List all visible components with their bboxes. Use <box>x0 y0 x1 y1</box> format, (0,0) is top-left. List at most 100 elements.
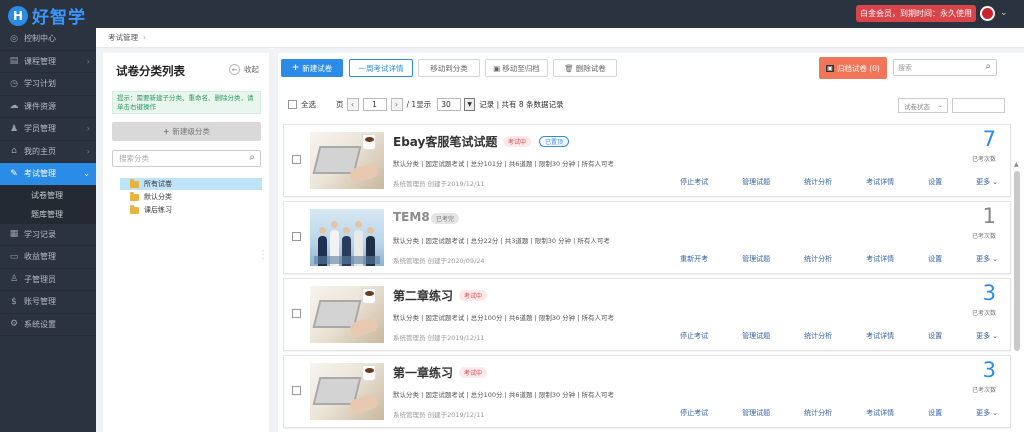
exam-action-2[interactable]: 统计分析 <box>787 177 832 187</box>
exam-action-3[interactable]: 考试详情 <box>849 254 894 264</box>
exam-action-5[interactable]: 更多 ⌄ <box>959 254 998 264</box>
delete-exam-label: 删除试卷 <box>575 63 606 73</box>
tree-node-label: 所有试卷 <box>144 180 172 188</box>
search-icon[interactable]: ⌕ <box>985 61 991 72</box>
exam-action-3[interactable]: 考试详情 <box>849 177 894 187</box>
move-category-button[interactable]: 移动到分类 <box>418 59 480 77</box>
exam-action-label: 设置 <box>928 255 943 263</box>
exam-action-label: 设置 <box>928 409 943 417</box>
search-icon[interactable]: ⌕ <box>249 152 255 163</box>
exam-action-1[interactable]: 管理试题 <box>725 254 770 264</box>
sidebar-item-exam[interactable]: ✎ 考试管理 ⌄ <box>0 163 96 186</box>
exam-action-5[interactable]: 更多 ⌄ <box>959 408 998 418</box>
select-all-checkbox[interactable] <box>288 100 297 109</box>
exam-checkbox[interactable] <box>292 309 301 318</box>
exam-card[interactable]: Ebay客服笔试试题 考试中 已置顶 默认分类 | 固定试题考试 | 总分101分 |… <box>283 124 1011 197</box>
chevron-down-icon: ⌄ <box>83 169 90 179</box>
exam-title[interactable]: 第一章练习 <box>393 364 453 381</box>
exam-checkbox[interactable] <box>292 155 301 164</box>
new-exam-button[interactable]: + 新建试卷 <box>281 59 343 77</box>
exam-action-2[interactable]: 统计分析 <box>787 254 832 264</box>
exam-action-0[interactable]: 重新开考 <box>663 254 708 264</box>
category-search-input[interactable]: 搜索分类 ⌕ <box>112 150 261 167</box>
chevron-down-icon[interactable]: ⌄ <box>1000 8 1008 18</box>
exam-action-0[interactable]: 停止考试 <box>663 177 708 187</box>
exam-action-label: 统计分析 <box>804 409 833 417</box>
status-filter-input[interactable] <box>952 98 1005 113</box>
mug-graphic <box>362 365 376 381</box>
per-page-select[interactable]: 30 <box>437 98 462 111</box>
person-head <box>355 221 362 228</box>
exam-search-input[interactable]: 搜索 ⌕ <box>893 59 997 76</box>
new-category-button[interactable]: + 新建级分类 <box>112 122 261 141</box>
exam-title[interactable]: Ebay客服笔试试题 <box>393 133 497 150</box>
sidebar-item-users[interactable]: ♟ 学员管理 › <box>0 118 96 141</box>
exam-thumbnail[interactable] <box>310 209 384 266</box>
exam-action-4[interactable]: 设置 <box>911 331 942 341</box>
exam-title[interactable]: 第二章练习 <box>393 287 453 304</box>
exam-action-5[interactable]: 更多 ⌄ <box>959 331 998 341</box>
exam-count: 3 <box>982 358 996 382</box>
exam-action-1[interactable]: 管理试题 <box>725 177 770 187</box>
prev-page-button[interactable]: ‹ <box>346 98 359 111</box>
exam-thumbnail[interactable] <box>310 286 384 343</box>
sidebar-item-record[interactable]: ▦ 学习记录 <box>0 224 96 246</box>
sidebar-item-wallet[interactable]: ▭ 收益管理 <box>0 246 96 269</box>
exam-action-label: 考试详情 <box>866 255 895 263</box>
exam-action-0[interactable]: 停止考试 <box>663 408 708 418</box>
scrollbar[interactable] <box>1014 171 1020 351</box>
exam-thumbnail[interactable] <box>310 363 384 420</box>
tree-node-practice[interactable]: 课后练习 <box>120 204 262 216</box>
exam-status-select[interactable]: 试卷状态 ⌄ <box>898 98 948 113</box>
exam-card[interactable]: TEM8 已考完 默认分类 | 固定试题考试 | 总分22分 | 共3道题 | 限制… <box>283 201 1011 274</box>
exam-action-1[interactable]: 管理试题 <box>725 408 770 418</box>
exam-action-label: 停止考试 <box>680 178 709 186</box>
exam-action-2[interactable]: 统计分析 <box>787 408 832 418</box>
exam-action-0[interactable]: 停止考试 <box>663 331 708 341</box>
exam-action-4[interactable]: 设置 <box>911 177 942 187</box>
exam-action-5[interactable]: 更多 ⌄ <box>959 177 998 187</box>
vip-badge[interactable]: 白金会员，到期时间：永久使用 <box>856 5 976 22</box>
exam-checkbox[interactable] <box>292 232 301 241</box>
collapse-button[interactable]: ← 收起 <box>229 64 259 75</box>
exam-action-4[interactable]: 设置 <box>911 408 942 418</box>
exam-action-4[interactable]: 设置 <box>911 254 942 264</box>
tree-node-default[interactable]: 默认分类 <box>120 191 262 203</box>
archive-icon: ▣ <box>826 64 834 72</box>
archived-exams-button[interactable]: ▣ 归档试卷 (0) <box>819 57 887 79</box>
sidebar-item-dashboard[interactable]: ◎ 控制中心 <box>0 28 96 51</box>
sidebar-item-label: 系统设置 <box>24 319 56 329</box>
exam-title[interactable]: TEM8 <box>393 210 430 224</box>
sidebar-item-settings[interactable]: ⚙ 系统设置 <box>0 314 96 336</box>
exam-thumbnail[interactable] <box>310 132 384 189</box>
sidebar-subitem[interactable]: 题库管理 <box>0 204 96 224</box>
panel-resize-handle[interactable]: · · · <box>262 248 264 263</box>
sidebar-item-plan[interactable]: ◷ 学习计划 <box>0 73 96 96</box>
chevron-down-icon[interactable]: ▼ <box>464 98 476 111</box>
delete-exam-button[interactable]: 🗑 删除试卷 <box>553 59 617 77</box>
exam-card[interactable]: 第二章练习 考试中 默认分类 | 固定试题考试 | 总分100分 | 共6道题 | … <box>283 278 1011 351</box>
exam-detail-button[interactable]: 一周考试详情 <box>349 59 413 77</box>
sidebar-item-home[interactable]: ⌂ 我的主页 › <box>0 141 96 163</box>
scroll-up-icon[interactable]: ▲ <box>1014 161 1019 168</box>
sidebar-item-dollar[interactable]: $ 账号管理 <box>0 291 96 314</box>
exam-action-3[interactable]: 考试详情 <box>849 408 894 418</box>
avatar[interactable] <box>980 6 995 21</box>
sidebar-item-cloud[interactable]: ☁ 课件资源 <box>0 96 96 118</box>
exam-action-3[interactable]: 考试详情 <box>849 331 894 341</box>
move-archive-button[interactable]: ▣ 移动至归档 <box>485 59 548 77</box>
exam-action-1[interactable]: 管理试题 <box>725 331 770 341</box>
tree-node-all[interactable]: 所有试卷 <box>120 178 262 190</box>
sidebar-item-book[interactable]: ▤ 课程管理 › <box>0 51 96 73</box>
logo[interactable]: H 好智学 <box>8 3 86 28</box>
exam-action-2[interactable]: 统计分析 <box>787 331 832 341</box>
exam-checkbox[interactable] <box>292 386 301 395</box>
plus-icon: + <box>291 63 300 73</box>
next-page-button[interactable]: › <box>390 98 403 111</box>
page-input[interactable]: 1 <box>362 98 387 111</box>
exam-card[interactable]: 第一章练习 考试中 默认分类 | 固定试题考试 | 总分100分 | 共6道题 | … <box>283 355 1011 428</box>
sidebar-item-admin[interactable]: ♙ 子管理员 <box>0 269 96 291</box>
exam-meta: 默认分类 | 固定试题考试 | 总分100分 | 共6道题 | 限制30 分钟 … <box>393 391 614 399</box>
breadcrumb-current[interactable]: 考试管理 <box>108 32 138 43</box>
sidebar-subitem[interactable]: 试卷管理 <box>0 185 96 205</box>
